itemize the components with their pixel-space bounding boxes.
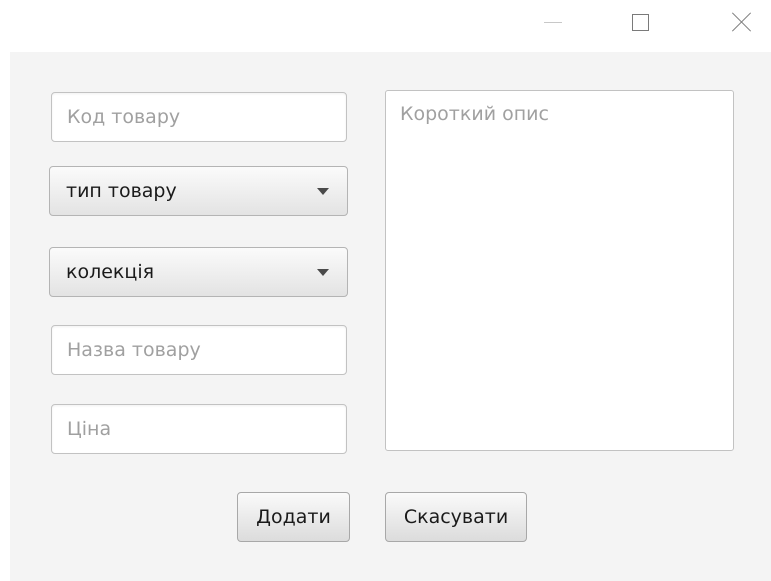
product-type-label: тип товару — [66, 180, 177, 202]
maximize-icon — [631, 13, 649, 31]
chevron-down-icon — [317, 187, 329, 195]
cancel-button[interactable]: Скасувати — [385, 492, 527, 542]
product-name-field[interactable] — [51, 325, 347, 375]
minimize-icon — [544, 21, 562, 23]
price-field[interactable] — [51, 404, 347, 454]
product-type-combo[interactable]: тип товару — [49, 166, 348, 216]
collection-label: колекція — [66, 261, 155, 283]
maximize-button[interactable] — [612, 0, 668, 44]
app-window: тип товару колекція Додати Скасувати — [0, 0, 771, 581]
minimize-button[interactable] — [525, 0, 581, 44]
close-icon — [732, 12, 752, 32]
add-button[interactable]: Додати — [237, 492, 350, 542]
chevron-down-icon — [317, 268, 329, 276]
collection-combo[interactable]: колекція — [49, 247, 348, 297]
close-button[interactable] — [714, 0, 770, 44]
title-bar — [0, 0, 771, 48]
product-code-field[interactable] — [51, 92, 347, 142]
short-description-area[interactable] — [385, 90, 734, 451]
form-panel: тип товару колекція Додати Скасувати — [10, 52, 771, 581]
